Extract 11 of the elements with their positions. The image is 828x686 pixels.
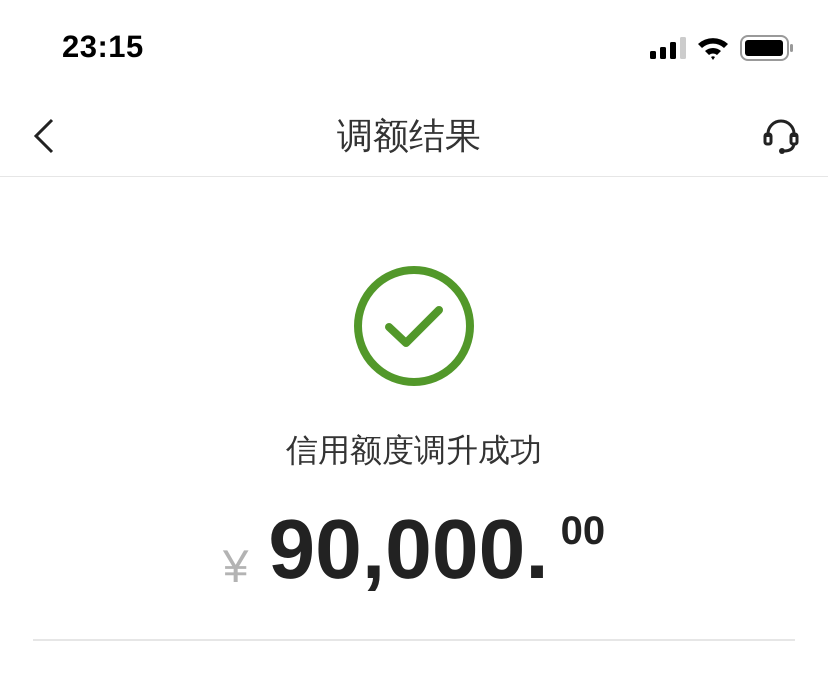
result-message: 信用额度调升成功 [286,431,542,470]
status-time: 23:15 [62,29,144,66]
signal-icon [650,37,686,59]
battery-icon [740,35,794,61]
headset-icon[interactable] [762,117,800,155]
page-title: 调额结果 [337,114,481,158]
amount-value: 90,000. [268,503,549,596]
wifi-icon [696,36,730,60]
amount-decimals: 00 [560,509,606,554]
currency-symbol: ¥ [222,539,248,593]
back-icon[interactable] [32,118,56,154]
